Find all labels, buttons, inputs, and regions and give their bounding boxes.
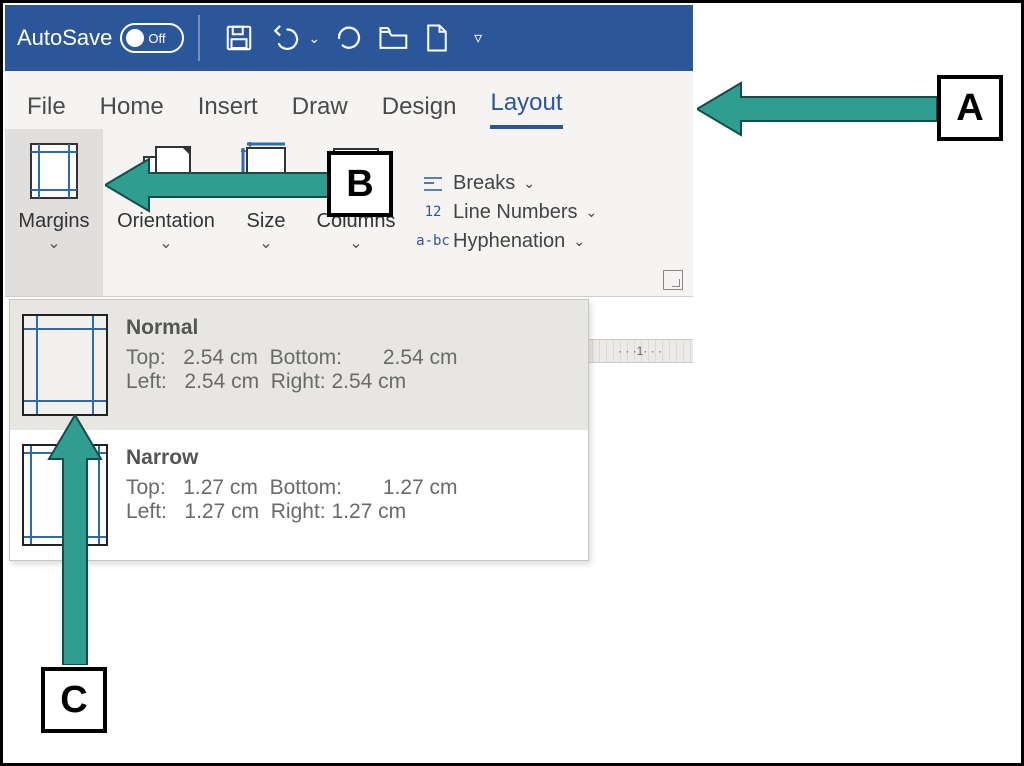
label-top: Top:: [126, 476, 166, 500]
value-right: 2.54 cm: [331, 370, 406, 394]
line-numbers-label: Line Numbers: [453, 201, 578, 224]
normal-margin-thumb: [22, 314, 108, 416]
line-numbers-button[interactable]: 12 Line Numbers ⌄: [421, 201, 597, 224]
value-bottom: 2.54 cm: [383, 346, 458, 370]
titlebar: AutoSave Off ⌄: [5, 5, 693, 71]
tab-home[interactable]: Home: [100, 93, 164, 129]
save-icon[interactable]: [224, 23, 254, 53]
autosave-label: AutoSave: [17, 25, 112, 51]
label-right: Right:: [271, 500, 326, 524]
undo-icon[interactable]: [268, 23, 302, 53]
autosave-switch[interactable]: Off: [120, 23, 184, 53]
callout-text-c: C: [60, 679, 87, 722]
ribbon-tabs: File Home Insert Draw Design Layout: [5, 71, 693, 129]
redo-icon[interactable]: [334, 23, 364, 53]
value-left: 2.54 cm: [184, 370, 259, 394]
page-setup-extras: Breaks ⌄ 12 Line Numbers ⌄ a-bc Hyphenat…: [409, 129, 607, 296]
autosave-toggle[interactable]: AutoSave Off: [17, 23, 184, 53]
value-bottom: 1.27 cm: [383, 476, 458, 500]
margins-button[interactable]: Margins ⌄: [5, 129, 103, 296]
horizontal-ruler: · · · 1 · · ·: [585, 339, 693, 363]
callout-arrow-b: [105, 153, 337, 217]
toggle-knob: [126, 29, 144, 47]
callout-label-b: B: [327, 151, 393, 217]
chevron-down-icon: ⌄: [573, 233, 585, 250]
callout-text-a: A: [956, 87, 983, 130]
breaks-button[interactable]: Breaks ⌄: [421, 172, 597, 195]
chevron-down-icon: ⌄: [349, 233, 362, 253]
ruler-tick-1: 1: [637, 344, 644, 358]
titlebar-separator: [198, 15, 200, 61]
chevron-down-icon: ⌄: [523, 175, 535, 192]
margins-icon: [24, 137, 84, 205]
normal-margin-info: Normal Top: 2.54 cm Bottom: 2.54 cm Left…: [126, 314, 458, 416]
breaks-label: Breaks: [453, 172, 515, 195]
tab-draw[interactable]: Draw: [292, 93, 348, 129]
hyphenation-icon: a-bc: [421, 232, 445, 252]
narrow-margin-info: Narrow Top: 1.27 cm Bottom: 1.27 cm Left…: [126, 444, 458, 546]
label-bottom: Bottom:: [270, 476, 342, 500]
callout-label-a: A: [937, 75, 1003, 141]
label-left: Left:: [126, 500, 167, 524]
margins-option-normal[interactable]: Normal Top: 2.54 cm Bottom: 2.54 cm Left…: [10, 300, 588, 430]
line-numbers-icon: 12: [421, 203, 445, 223]
margins-label: Margins: [18, 211, 89, 231]
value-left: 1.27 cm: [184, 500, 259, 524]
open-icon[interactable]: [378, 24, 410, 52]
option-title: Narrow: [126, 446, 458, 470]
breaks-icon: [421, 174, 445, 194]
hyphenation-button[interactable]: a-bc Hyphenation ⌄: [421, 230, 597, 253]
value-top: 1.27 cm: [183, 476, 258, 500]
tab-layout[interactable]: Layout: [490, 89, 562, 129]
tab-insert[interactable]: Insert: [198, 93, 258, 129]
tab-design[interactable]: Design: [382, 93, 457, 129]
chevron-down-icon: ⌄: [586, 204, 598, 221]
quick-access-toolbar: ⌄ ▿: [224, 23, 482, 53]
undo-dropdown-icon[interactable]: ⌄: [308, 30, 320, 47]
qat-customize-icon[interactable]: ▿: [474, 28, 482, 48]
callout-arrow-a: [697, 77, 937, 141]
value-top: 2.54 cm: [183, 346, 258, 370]
chevron-down-icon: ⌄: [47, 233, 60, 253]
callout-label-c: C: [41, 667, 107, 733]
label-top: Top:: [126, 346, 166, 370]
label-bottom: Bottom:: [270, 346, 342, 370]
value-right: 1.27 cm: [331, 500, 406, 524]
callout-text-b: B: [346, 163, 373, 206]
callout-arrow-c: [43, 415, 107, 665]
tab-file[interactable]: File: [27, 93, 66, 129]
hyphenation-label: Hyphenation: [453, 230, 565, 253]
dialog-launcher-icon[interactable]: [663, 270, 683, 290]
new-doc-icon[interactable]: [424, 23, 450, 53]
chevron-down-icon: ⌄: [259, 233, 272, 253]
autosave-state: Off: [148, 31, 165, 46]
page-setup-launcher-area: [663, 129, 693, 296]
word-window: AutoSave Off ⌄: [5, 5, 693, 607]
label-left: Left:: [126, 370, 167, 394]
chevron-down-icon: ⌄: [159, 233, 172, 253]
label-right: Right:: [271, 370, 326, 394]
option-title: Normal: [126, 316, 458, 340]
tutorial-frame: AutoSave Off ⌄: [0, 0, 1024, 766]
